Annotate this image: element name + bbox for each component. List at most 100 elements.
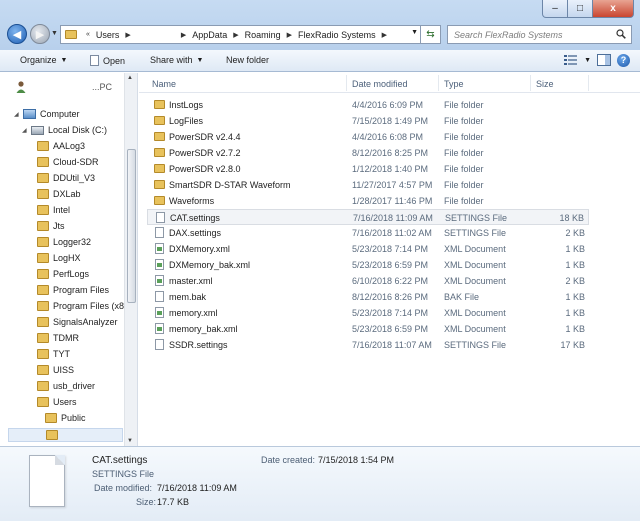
- chevron-right-icon[interactable]: ▶: [233, 31, 238, 39]
- sidebar-item-label: Cloud-SDR: [53, 157, 99, 167]
- sidebar-item-usb-driver[interactable]: usb_driver: [37, 379, 95, 393]
- sidebar-item-perflogs[interactable]: PerfLogs: [37, 267, 89, 281]
- column-name[interactable]: Name: [152, 79, 176, 89]
- file-type: XML Document: [444, 276, 506, 286]
- help-icon[interactable]: ?: [617, 53, 630, 67]
- table-row[interactable]: memory_bak.xml 5/23/2018 6:59 PM XML Docum…: [147, 321, 589, 337]
- table-row[interactable]: DXMemory.xml 5/23/2018 7:14 PM XML Documen…: [147, 241, 589, 257]
- table-row[interactable]: master.xml 6/10/2018 6:22 PM XML Document 2…: [147, 273, 589, 289]
- change-view-button[interactable]: [564, 53, 578, 67]
- table-row[interactable]: InstLogs 4/4/2016 6:09 PM File folder: [147, 97, 589, 113]
- table-row[interactable]: LogFiles 7/15/2018 1:49 PM File folder: [147, 113, 589, 129]
- folder-icon: [37, 285, 49, 295]
- sidebar-item-local-disk[interactable]: ◢ Local Disk (C:): [22, 123, 107, 137]
- chevron-right-icon[interactable]: ▶: [125, 31, 130, 39]
- forward-button[interactable]: ▶: [30, 24, 50, 44]
- sidebar-item-computer[interactable]: ◢ Computer: [14, 107, 80, 121]
- table-row[interactable]: Waveforms 1/28/2017 11:46 PM File folder: [147, 193, 589, 209]
- view-controls: ▼ ?: [564, 53, 630, 67]
- file-name: SSDR.settings: [169, 340, 228, 350]
- sidebar-item-jts[interactable]: Jts: [37, 219, 65, 233]
- sidebar-item-ddutil-v3[interactable]: DDUtil_V3: [37, 171, 95, 185]
- nav-user-item[interactable]: ...PC: [16, 80, 112, 94]
- chevron-right-icon[interactable]: ▶: [181, 31, 186, 39]
- preview-pane-button[interactable]: [597, 53, 611, 67]
- file-date-modified: 4/4/2016 6:09 PM: [352, 100, 424, 110]
- scroll-down-icon[interactable]: ▼: [127, 438, 133, 444]
- file-date-modified: 8/12/2016 8:25 PM: [352, 148, 429, 158]
- table-row[interactable]: SSDR.settings 7/16/2018 11:07 AM SETTINGS …: [147, 337, 589, 353]
- file-type: XML Document: [444, 260, 506, 270]
- sidebar-item-label: DDUtil_V3: [53, 173, 96, 183]
- scroll-up-icon[interactable]: ▲: [127, 75, 133, 81]
- sidebar-item-cloud-sdr[interactable]: Cloud-SDR: [37, 155, 99, 169]
- sidebar-item-intel[interactable]: Intel: [37, 203, 70, 217]
- nav-scrollbar[interactable]: ▲ ▼: [124, 73, 137, 446]
- sidebar-item-program-files[interactable]: Program Files: [37, 283, 109, 297]
- share-with-menu[interactable]: Share with ▼: [150, 55, 203, 65]
- xml-file-icon: [155, 323, 164, 334]
- chevron-right-icon[interactable]: «: [86, 31, 90, 38]
- expanded-triangle-icon[interactable]: ◢: [22, 127, 31, 134]
- details-modified-label: Date modified:: [94, 483, 153, 493]
- column-type[interactable]: Type: [444, 79, 464, 89]
- scrollbar-thumb[interactable]: [127, 149, 136, 303]
- organize-menu[interactable]: Organize ▼: [20, 55, 67, 65]
- address-bar[interactable]: « Users ▶ ▶ AppData ▶ Roaming ▶ FlexRadi…: [60, 25, 441, 44]
- table-row[interactable]: mem.bak 8/12/2016 8:26 PM BAK File 1 KB: [147, 289, 589, 305]
- file-date-modified: 7/16/2018 11:09 AM: [353, 213, 433, 223]
- sidebar-item-label: Logger32: [53, 237, 92, 247]
- new-folder-button[interactable]: New folder: [226, 55, 269, 65]
- search-box[interactable]: [447, 25, 632, 44]
- folder-icon: [37, 237, 49, 247]
- sidebar-item-dxlab[interactable]: DXLab: [37, 187, 81, 201]
- close-button[interactable]: x: [592, 0, 634, 18]
- sidebar-item-current-user[interactable]: [8, 428, 123, 442]
- table-row[interactable]: memory.xml 5/23/2018 7:14 PM XML Document 1…: [147, 305, 589, 321]
- breadcrumb-appdata[interactable]: AppData: [192, 30, 227, 40]
- maximize-button[interactable]: □: [567, 0, 593, 18]
- sidebar-item-logger32[interactable]: Logger32: [37, 235, 91, 249]
- sidebar-item-loghx[interactable]: LogHX: [37, 251, 81, 265]
- table-row[interactable]: SmartSDR D-STAR Waveform 11/27/2017 4:57 …: [147, 177, 589, 193]
- chevron-down-icon[interactable]: ▼: [584, 57, 591, 64]
- sidebar-item-aalog3[interactable]: AALog3: [37, 139, 85, 153]
- chevron-right-icon[interactable]: ▶: [382, 31, 387, 39]
- table-row[interactable]: PowerSDR v2.7.2 8/12/2016 8:25 PM File fol…: [147, 145, 589, 161]
- breadcrumb-roaming[interactable]: Roaming: [245, 30, 281, 40]
- sidebar-item-label: Intel: [53, 205, 71, 215]
- table-row[interactable]: DAX.settings 7/16/2018 11:02 AM SETTINGS F…: [147, 225, 589, 241]
- sidebar-item-tdmr[interactable]: TDMR: [37, 331, 79, 345]
- recent-pages-dropdown[interactable]: ▼: [51, 30, 58, 37]
- sidebar-item-users[interactable]: Users: [37, 395, 77, 409]
- address-history-dropdown[interactable]: ▼: [411, 29, 418, 36]
- minimize-button[interactable]: –: [542, 0, 568, 18]
- table-row[interactable]: PowerSDR v2.8.0 1/12/2018 1:40 PM File fol…: [147, 161, 589, 177]
- column-size[interactable]: Size: [536, 79, 554, 89]
- table-row[interactable]: CAT.settings 7/16/2018 11:09 AM SETTINGS F…: [147, 209, 589, 225]
- sidebar-item-label: Local Disk (C:): [48, 125, 108, 135]
- breadcrumb-users[interactable]: Users: [96, 30, 120, 40]
- breadcrumb-flexradio-systems[interactable]: FlexRadio Systems: [298, 30, 376, 40]
- expanded-triangle-icon[interactable]: ◢: [14, 111, 23, 118]
- sidebar-item-program-files-x86[interactable]: Program Files (x86: [37, 299, 129, 313]
- open-button[interactable]: Open: [90, 55, 125, 66]
- sidebar-item-uiss[interactable]: UISS: [37, 363, 74, 377]
- refresh-button[interactable]: ⇆: [420, 25, 440, 44]
- chevron-right-icon[interactable]: ▶: [287, 31, 292, 39]
- back-button[interactable]: ◀: [7, 24, 27, 44]
- sidebar-item-tyt[interactable]: TYT: [37, 347, 70, 361]
- column-date-modified[interactable]: Date modified: [352, 79, 408, 89]
- search-icon[interactable]: [616, 29, 626, 39]
- file-date-modified: 4/4/2016 6:08 PM: [352, 132, 424, 142]
- file-name: master.xml: [169, 276, 213, 286]
- table-row[interactable]: PowerSDR v2.4.4 4/4/2016 6:08 PM File fold…: [147, 129, 589, 145]
- table-row[interactable]: DXMemory_bak.xml 5/23/2018 6:59 PM XML Doc…: [147, 257, 589, 273]
- folder-icon: [37, 397, 49, 407]
- folder-icon: [37, 301, 49, 311]
- xml-file-icon: [155, 243, 164, 254]
- search-input[interactable]: [454, 27, 614, 42]
- sidebar-item-public[interactable]: Public: [45, 411, 86, 425]
- sidebar-item-signalsanalyzer[interactable]: SignalsAnalyzer: [37, 315, 118, 329]
- new-folder-label: New folder: [226, 55, 270, 65]
